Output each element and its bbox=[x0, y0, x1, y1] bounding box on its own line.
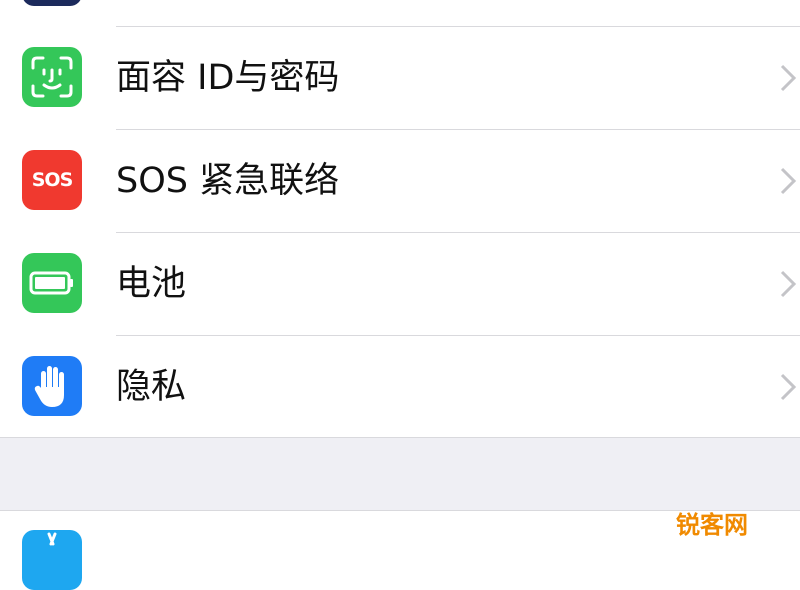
settings-item-label: 隐私 bbox=[116, 367, 187, 407]
settings-item-label: SOS 紧急联络 bbox=[116, 161, 340, 201]
sos-icon-text: SOS bbox=[31, 169, 74, 191]
app-store-icon[interactable] bbox=[22, 530, 82, 590]
settings-item-privacy[interactable]: 隐私 bbox=[0, 336, 800, 438]
settings-group-main: 面容 ID与密码 SOS SOS 紧急联络 电池 隐私 bbox=[0, 0, 800, 438]
previous-item-icon bbox=[22, 0, 82, 6]
chevron-right-icon bbox=[780, 373, 797, 401]
settings-item-battery[interactable]: 电池 bbox=[0, 233, 800, 335]
settings-item-sos[interactable]: SOS SOS 紧急联络 bbox=[0, 130, 800, 232]
chevron-right-icon bbox=[780, 270, 797, 298]
watermark-logo: 锐客网 bbox=[676, 511, 748, 539]
chevron-right-icon bbox=[780, 167, 797, 195]
face-id-icon bbox=[22, 47, 82, 107]
settings-item-face-id[interactable]: 面容 ID与密码 bbox=[0, 27, 800, 129]
section-gap bbox=[0, 438, 800, 511]
sos-icon: SOS bbox=[22, 150, 82, 210]
battery-icon bbox=[22, 253, 82, 313]
settings-item-label: 面容 ID与密码 bbox=[116, 58, 340, 98]
chevron-right-icon bbox=[780, 64, 797, 92]
hand-icon bbox=[22, 356, 82, 416]
settings-item-label: 电池 bbox=[116, 264, 187, 304]
